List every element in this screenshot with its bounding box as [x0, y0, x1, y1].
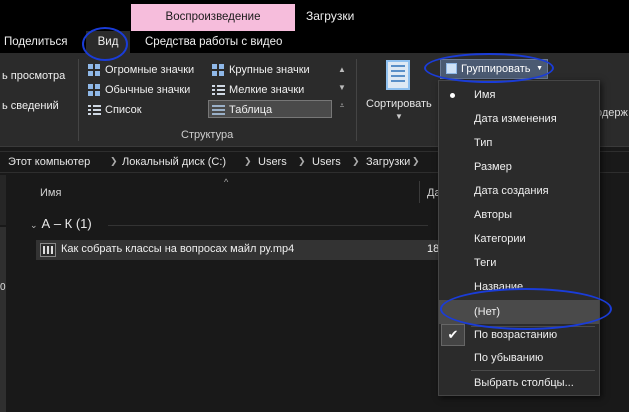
tab-share[interactable]: Поделиться: [4, 31, 68, 53]
menu-item-size[interactable]: Размер: [439, 155, 599, 179]
sort-button[interactable]: Сортировать: [366, 98, 432, 110]
menu-item-label: Тип: [474, 137, 493, 149]
sort-icon[interactable]: [386, 60, 410, 90]
chevron-down-icon: ▼: [395, 112, 403, 121]
menu-item-label: Размер: [474, 161, 512, 173]
menu-item-categories[interactable]: Категории: [439, 227, 599, 251]
details-pane-button[interactable]: ь сведений: [2, 100, 59, 112]
menu-item-authors[interactable]: Авторы: [439, 203, 599, 227]
ribbon-tabs: Поделиться Вид Средства работы с видео: [0, 31, 629, 53]
preview-pane-button[interactable]: ь просмотра: [2, 70, 65, 82]
nav-pane-label: 0: [0, 282, 6, 293]
group-by-label: Группировать: [461, 63, 531, 75]
medium-icons-icon: [88, 84, 101, 96]
small-icons-icon: [212, 84, 225, 96]
navigation-pane: [0, 175, 22, 412]
menu-item-descending[interactable]: По убыванию: [439, 346, 599, 370]
menu-item-label: Теги: [474, 257, 497, 269]
check-icon: ✔: [441, 324, 465, 346]
menu-item-label: Категории: [474, 233, 526, 245]
tab-view[interactable]: Вид: [86, 31, 130, 53]
sort-up-icon: ^: [224, 177, 229, 187]
ribbon-cut-label: одерж: [596, 107, 628, 119]
chevron-down-icon: ▼: [536, 65, 543, 72]
menu-item-label: Дата создания: [474, 185, 549, 197]
context-tab-playback[interactable]: Воспроизведение: [131, 4, 295, 31]
nav-pane-strip: [0, 175, 6, 225]
menu-item-title[interactable]: Название: [439, 275, 599, 299]
menu-item-label: Дата изменения: [474, 113, 557, 125]
window-title: Загрузки: [306, 9, 355, 23]
menu-item-ascending[interactable]: ✔ По возрастанию: [439, 323, 599, 347]
breadcrumb-users[interactable]: Users: [258, 156, 287, 168]
large-icons-icon: [212, 64, 225, 76]
chevron-right-icon[interactable]: ❯: [352, 156, 360, 167]
menu-item-choose-columns[interactable]: Выбрать столбцы...: [439, 371, 599, 395]
menu-item-label: Имя: [474, 89, 496, 101]
menu-item-date-created[interactable]: Дата создания: [439, 179, 599, 203]
menu-item-label: (Нет): [474, 306, 501, 318]
group-by-icon: [446, 63, 457, 74]
layout-small-icons[interactable]: Мелкие значки: [209, 81, 304, 99]
column-divider[interactable]: [419, 181, 420, 203]
menu-item-name[interactable]: Имя: [439, 83, 599, 107]
radio-bullet-icon: [450, 93, 455, 98]
menu-item-date-modified[interactable]: Дата изменения: [439, 107, 599, 131]
ribbon-separator: [356, 59, 357, 141]
ribbon-separator: [78, 59, 79, 141]
chevron-right-icon[interactable]: ❯: [412, 156, 420, 167]
layout-item-label: Крупные значки: [229, 64, 310, 76]
group-by-menu: Имя Дата изменения Тип Размер Дата созда…: [438, 80, 600, 396]
layout-group-label: Структура: [181, 129, 234, 141]
tab-video-tools[interactable]: Средства работы с видео: [145, 31, 282, 53]
layout-item-label: Таблица: [229, 104, 273, 116]
breadcrumb-this-pc[interactable]: Этот компьютер: [8, 156, 90, 168]
list-icon: [88, 104, 101, 116]
layout-item-label: Огромные значки: [105, 64, 195, 76]
layout-item-label: Мелкие значки: [229, 84, 305, 96]
menu-item-type[interactable]: Тип: [439, 131, 599, 155]
title-bar: Воспроизведение Загрузки: [0, 0, 629, 31]
extra-large-icons-icon: [88, 64, 101, 76]
layout-medium-icons[interactable]: Обычные значки: [85, 81, 190, 99]
menu-item-label: По убыванию: [474, 352, 544, 364]
file-name: Как собрать классы на вопросах майл ру.m…: [61, 243, 295, 255]
group-header-label: А – К (1): [41, 216, 92, 231]
gallery-scroll[interactable]: ▲ ▼ ⩡: [337, 61, 347, 119]
menu-item-label: Авторы: [474, 209, 512, 221]
menu-item-label: Название: [474, 281, 524, 293]
group-header[interactable]: ⌄ А – К (1): [30, 216, 92, 231]
menu-item-label: По возрастанию: [474, 329, 558, 341]
column-name[interactable]: Имя: [40, 187, 61, 199]
layout-details[interactable]: Таблица: [208, 100, 332, 118]
chevron-right-icon[interactable]: ❯: [298, 156, 306, 167]
collapse-chevron-icon[interactable]: ⌄: [30, 220, 38, 230]
layout-item-label: Список: [105, 104, 142, 116]
chevron-right-icon[interactable]: ❯: [244, 156, 252, 167]
breadcrumb-users-2[interactable]: Users: [312, 156, 341, 168]
layout-list[interactable]: Список: [85, 101, 142, 119]
layout-item-label: Обычные значки: [105, 84, 191, 96]
layout-large-icons[interactable]: Крупные значки: [209, 61, 310, 79]
details-icon: [212, 104, 225, 116]
file-row[interactable]: Как собрать классы на вопросах майл ру.m…: [36, 240, 456, 260]
layout-gallery: Огромные значки Крупные значки Обычные з…: [81, 59, 346, 123]
video-file-icon: [40, 243, 56, 257]
breadcrumb-local-disk[interactable]: Локальный диск (C:): [122, 156, 226, 168]
group-by-button[interactable]: Группировать ▼: [440, 59, 548, 79]
menu-item-none[interactable]: (Нет): [439, 300, 599, 324]
group-divider: [108, 225, 428, 226]
chevron-right-icon[interactable]: ❯: [110, 156, 118, 167]
menu-item-tags[interactable]: Теги: [439, 251, 599, 275]
nav-pane-scrollbar[interactable]: [0, 227, 6, 412]
breadcrumb-downloads[interactable]: Загрузки: [366, 156, 410, 168]
layout-extra-large-icons[interactable]: Огромные значки: [85, 61, 194, 79]
menu-item-label: Выбрать столбцы...: [474, 377, 574, 389]
